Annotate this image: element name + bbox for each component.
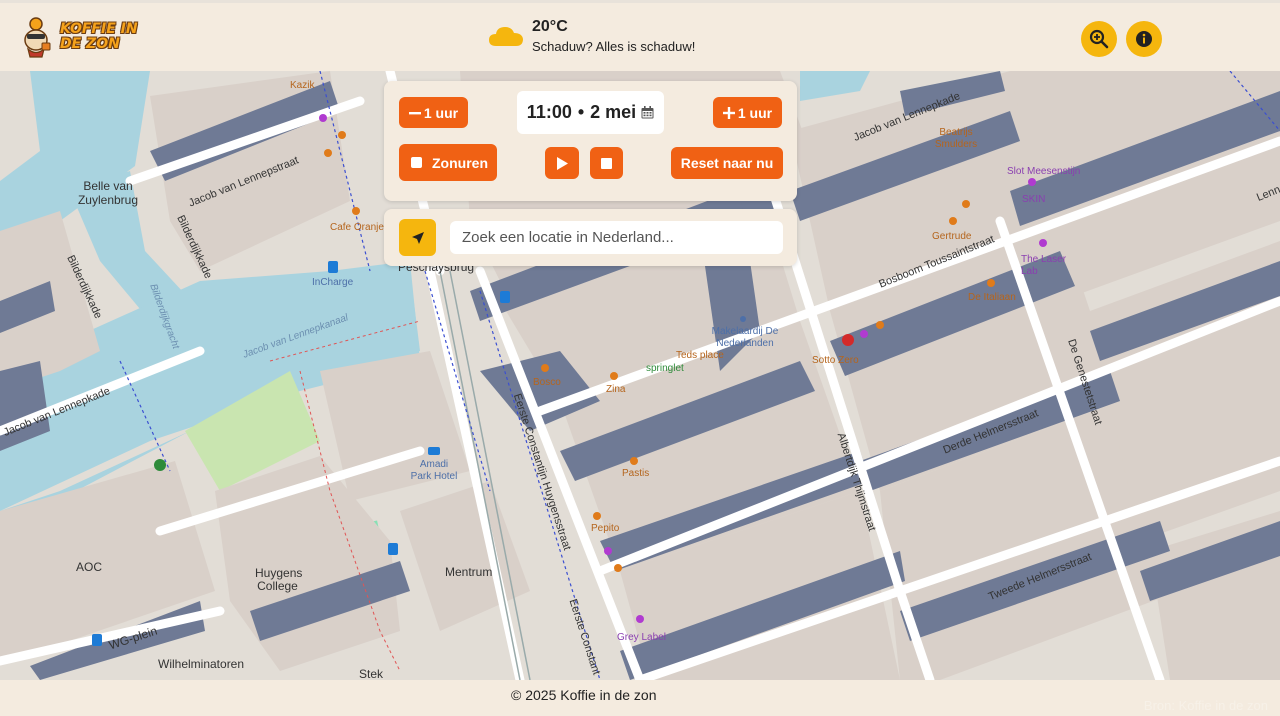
datetime-picker[interactable]: 11:00 • 2 mei	[517, 91, 664, 134]
map-label: SKIN	[1022, 194, 1046, 205]
reset-now-button[interactable]: Reset naar nu	[671, 147, 783, 179]
zoom-button[interactable]	[1081, 21, 1117, 57]
map-label: Wilhelminatoren	[158, 657, 245, 671]
map-label: Stek	[359, 667, 384, 680]
plus-hour-button[interactable]: 1 uur	[713, 97, 782, 128]
weather-description: Schaduw? Alles is schaduw!	[532, 39, 696, 54]
search-input[interactable]	[450, 221, 783, 254]
minus-hour-label: 1 uur	[423, 104, 459, 121]
map-label: Beatrijs Smulders	[934, 127, 978, 150]
map-label: AOC	[76, 560, 103, 574]
map-label: Mentrum	[445, 565, 493, 579]
map-label: Zina	[606, 384, 626, 395]
plus-hour-label: 1 uur	[737, 104, 773, 121]
logo-mascot-icon	[24, 17, 51, 58]
map-label: Teds place	[676, 350, 724, 361]
stop-button[interactable]	[590, 147, 623, 179]
map-label: Slot Meesenstijn	[1007, 166, 1081, 177]
minus-hour-button[interactable]: 1 uur	[399, 97, 468, 128]
copyright-text: © 2025 Koffie in de zon	[511, 687, 657, 703]
zonuren-label: Zonuren	[432, 154, 488, 171]
logo-text-line2: DE ZON	[60, 36, 120, 52]
map-label: The Laser Lab	[1021, 254, 1067, 277]
map-label: Sotto Zero	[812, 355, 859, 366]
time-separator: •	[577, 102, 585, 122]
app-header: KOFFIE IN DE ZON 20°C Schaduw? Alles is …	[0, 0, 1280, 71]
map-label: De Italiaan	[968, 292, 1016, 303]
cloud-icon	[489, 27, 523, 46]
info-icon	[1136, 31, 1152, 47]
map-label: Gertrude	[932, 231, 972, 242]
location-search-bar	[384, 209, 797, 266]
map-label: Bosco	[533, 377, 561, 388]
locate-me-button[interactable]	[399, 219, 436, 256]
logo-text-line1: KOFFIE IN	[60, 21, 138, 37]
calendar-icon	[641, 106, 654, 119]
time-value: 11:00	[526, 102, 572, 122]
map-label: Belle van Zuylenbrug	[77, 179, 139, 207]
plus-icon	[722, 106, 735, 119]
play-button[interactable]	[545, 147, 579, 179]
weather-widget: 20°C Schaduw? Alles is schaduw!	[488, 18, 695, 54]
play-icon	[557, 156, 568, 170]
zonuren-checkbox[interactable]	[411, 157, 422, 168]
stop-icon	[601, 157, 612, 169]
time-control-panel: 1 uur 11:00 • 2 mei 1 uur Zonuren Reset …	[384, 81, 797, 201]
location-arrow-icon	[411, 231, 424, 244]
source-text: Bron: Koffie in de zon	[1143, 698, 1268, 713]
map-label: Amadi Park Hotel	[410, 459, 458, 482]
map-label: Kazik	[290, 80, 315, 91]
map-label: Grey Label	[617, 632, 666, 643]
map-label: springlet	[646, 363, 684, 374]
map-label: Pepito	[591, 523, 620, 534]
map-label: Pastis	[622, 468, 650, 479]
minus-icon	[408, 111, 421, 114]
weather-temperature: 20°C	[532, 18, 568, 35]
zonuren-toggle[interactable]: Zonuren	[399, 144, 497, 181]
map-label: Cafe Oranje	[330, 222, 384, 233]
zoom-in-icon	[1089, 29, 1109, 49]
footer: © 2025 Koffie in de zon Bron: Koffie in …	[0, 680, 1280, 716]
map-label: InCharge	[312, 277, 354, 288]
map-label: Huygens College	[255, 566, 303, 593]
logo[interactable]: KOFFIE IN DE ZON	[18, 16, 140, 58]
map-label: Makelaardij De Nederlanden	[711, 326, 779, 349]
info-button[interactable]	[1126, 21, 1162, 57]
date-value: 2 mei	[590, 102, 637, 122]
